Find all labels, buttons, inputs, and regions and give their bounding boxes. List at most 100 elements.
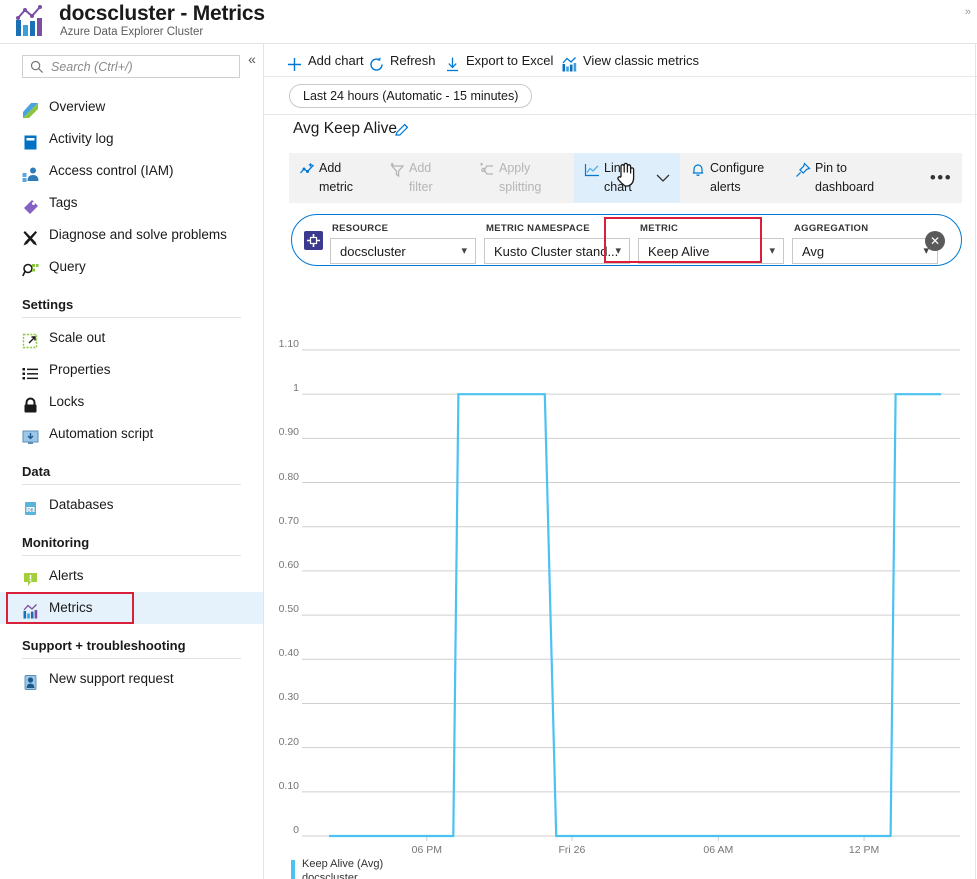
sidebar-item-properties[interactable]: Properties: [0, 354, 263, 386]
add-chart-button[interactable]: Add chart: [286, 44, 364, 77]
drag-grip-icon[interactable]: [304, 231, 323, 250]
classic-metrics-icon: [561, 52, 578, 72]
resource-dropdown[interactable]: docscluster ▾: [330, 238, 476, 264]
sidebar-item-label: Metrics: [49, 600, 93, 615]
sidebar-item-label: Overview: [49, 99, 106, 114]
chevron-down-icon: ▾: [615, 245, 621, 257]
sidebar: « Overview: [0, 44, 264, 879]
x-axis-tick-label: Fri 26: [558, 844, 586, 856]
add-metric-icon: [299, 162, 315, 178]
metric-namespace-dropdown[interactable]: Kusto Cluster stand... ▾: [484, 238, 630, 264]
line-chart-button[interactable]: Line chart: [574, 153, 646, 203]
view-classic-metrics-button[interactable]: View classic metrics: [561, 44, 699, 77]
pin-icon: [795, 162, 811, 178]
sidebar-group-settings: Settings: [22, 297, 74, 312]
sidebar-item-activity-log[interactable]: Activity log: [0, 123, 263, 155]
sidebar-item-diagnose[interactable]: Diagnose and solve problems: [0, 219, 263, 251]
sidebar-item-new-support-request[interactable]: New support request: [0, 663, 263, 695]
toolbar-label-line1: Add: [319, 161, 342, 175]
legend-resource-label: docscluster: [302, 872, 358, 879]
time-range-picker[interactable]: Last 24 hours (Automatic - 15 minutes): [289, 84, 533, 108]
toolbar-label-line1: Line: [604, 161, 628, 175]
sidebar-group-data: Data: [22, 464, 51, 479]
command-label: Add chart: [308, 53, 364, 68]
sidebar-item-alerts[interactable]: Alerts: [0, 560, 263, 592]
chart-plot[interactable]: [264, 274, 977, 879]
configure-alerts-button[interactable]: Configure alerts: [680, 153, 785, 203]
y-axis-tick-label: 0.50: [278, 603, 299, 616]
y-axis-tick-label: 1.10: [278, 338, 299, 350]
y-axis-tick-label: 0.80: [278, 470, 299, 483]
pin-to-dashboard-button[interactable]: Pin to dashboard: [785, 153, 905, 203]
sidebar-item-label: Databases: [49, 497, 114, 512]
y-axis-tick-label: 0: [293, 824, 299, 836]
divider: [22, 658, 241, 659]
x-axis-tick-label: 06 AM: [703, 844, 734, 856]
sidebar-item-metrics[interactable]: Metrics: [0, 592, 263, 624]
toolbar-label-line2: metric: [319, 180, 354, 194]
refresh-button[interactable]: Refresh: [368, 44, 436, 77]
properties-icon: [22, 362, 39, 380]
toolbar-label-line2: alerts: [710, 180, 741, 194]
chevron-double-left-icon[interactable]: «: [243, 50, 261, 68]
toolbar-label-line2: chart: [604, 180, 632, 194]
metric-chart[interactable]: 1.10 1 0.90 0.80 0.70 0.60 0.50 0.40 0.30 0.20 0.1…: [264, 274, 977, 879]
search-box[interactable]: [22, 55, 240, 78]
aggregation-dropdown[interactable]: Avg ▾: [792, 238, 938, 264]
more-options-button[interactable]: •••: [922, 153, 960, 203]
sidebar-group-monitoring: Monitoring: [22, 535, 90, 550]
close-circle-icon[interactable]: ✕: [925, 231, 945, 251]
chevron-down-icon: ▾: [769, 245, 775, 257]
sidebar-item-locks[interactable]: Locks: [0, 386, 263, 418]
toolbar-label-line1: Configure: [710, 161, 765, 175]
add-metric-button[interactable]: Add metric: [289, 153, 379, 203]
metric-selector: RESOURCE docscluster ▾ METRIC NAMESPACE …: [291, 214, 962, 266]
main-content: Add chart Refresh Export to Excel View c…: [264, 44, 977, 879]
command-label: Export to Excel: [466, 53, 554, 68]
sidebar-item-scale-out[interactable]: Scale out: [0, 322, 263, 354]
x-axis-tick-label: 06 PM: [411, 844, 442, 856]
query-icon: [22, 259, 39, 277]
sidebar-item-label: Alerts: [49, 568, 84, 583]
y-axis-tick-label: 1: [293, 382, 299, 395]
add-filter-icon: [389, 162, 405, 178]
chart-toolbar: Add metric Add filter Apply splitting Li…: [289, 153, 962, 203]
chevron-double-right-icon[interactable]: »: [965, 6, 971, 18]
access-control-icon: [22, 163, 39, 182]
page-header: docscluster - Metrics Azure Data Explore…: [0, 0, 977, 44]
automation-script-icon: [22, 426, 39, 444]
sidebar-group-support: Support + troubleshooting: [22, 638, 186, 653]
add-filter-button: Add filter: [379, 153, 469, 203]
sidebar-item-overview[interactable]: Overview: [0, 91, 263, 123]
plus-icon: [286, 52, 303, 71]
support-request-icon: [22, 671, 39, 690]
metric-dropdown[interactable]: Keep Alive ▾: [638, 238, 784, 264]
database-icon: DB: [22, 497, 39, 515]
export-to-excel-button[interactable]: Export to Excel: [444, 44, 553, 77]
sidebar-item-access-control[interactable]: Access control (IAM): [0, 155, 263, 187]
field-label: METRIC: [640, 223, 679, 234]
field-value: Kusto Cluster stand...: [494, 244, 619, 259]
sidebar-item-automation-script[interactable]: Automation script: [0, 418, 263, 450]
page-subtitle: Azure Data Explorer Cluster: [60, 26, 204, 38]
chevron-down-icon: ▾: [461, 245, 467, 257]
sidebar-item-label: Activity log: [49, 131, 114, 146]
pencil-icon[interactable]: [394, 122, 410, 138]
search-input[interactable]: [49, 56, 237, 77]
toolbar-label-line2: filter: [409, 180, 433, 194]
y-axis-tick-label: 0.90: [278, 426, 299, 439]
divider: [22, 317, 241, 318]
sidebar-item-tags[interactable]: Tags: [0, 187, 263, 219]
sidebar-item-query[interactable]: Query: [0, 251, 263, 283]
wrench-icon: [22, 227, 39, 246]
chart-legend[interactable]: Keep Alive (Avg) docscluster 0.24: [291, 858, 691, 879]
command-bar: Add chart Refresh Export to Excel View c…: [264, 44, 977, 77]
chart-type-chevron-button[interactable]: [646, 153, 680, 203]
sidebar-item-databases[interactable]: DB Databases: [0, 489, 263, 521]
line-chart-icon: [584, 162, 600, 178]
sidebar-item-label: Tags: [49, 195, 78, 210]
refresh-icon: [368, 52, 385, 71]
bell-icon: [690, 162, 706, 178]
download-icon: [444, 52, 461, 72]
page-title: docscluster - Metrics: [59, 2, 265, 25]
